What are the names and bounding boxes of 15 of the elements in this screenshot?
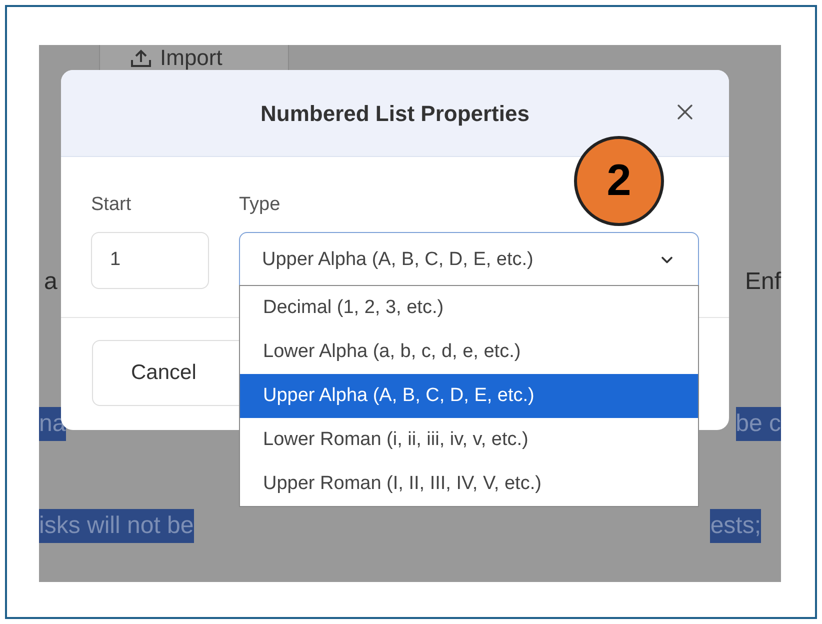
dropdown-option[interactable]: Lower Roman (i, ii, iii, iv, v, etc.) [240, 418, 698, 462]
background-text: ests; [710, 509, 761, 543]
upload-icon [130, 48, 152, 68]
background-text: a [44, 267, 58, 297]
field-label: Start [91, 193, 132, 217]
background-text: isks will not be [39, 509, 194, 543]
dropdown-option[interactable]: Upper Roman (I, II, III, IV, V, etc.) [240, 462, 698, 506]
field-label: Type [239, 193, 282, 217]
start-field[interactable]: 1 [91, 232, 209, 288]
import-button[interactable]: Import [99, 45, 289, 71]
background-text: be c [736, 407, 781, 441]
dialog-title: Numbered List Properties [260, 100, 530, 128]
dropdown-option[interactable]: Decimal (1, 2, 3, etc.) [240, 286, 698, 330]
background-text: Enf [744, 267, 781, 297]
dropdown-option[interactable]: Upper Alpha (A, B, C, D, E, etc.) [240, 374, 698, 418]
